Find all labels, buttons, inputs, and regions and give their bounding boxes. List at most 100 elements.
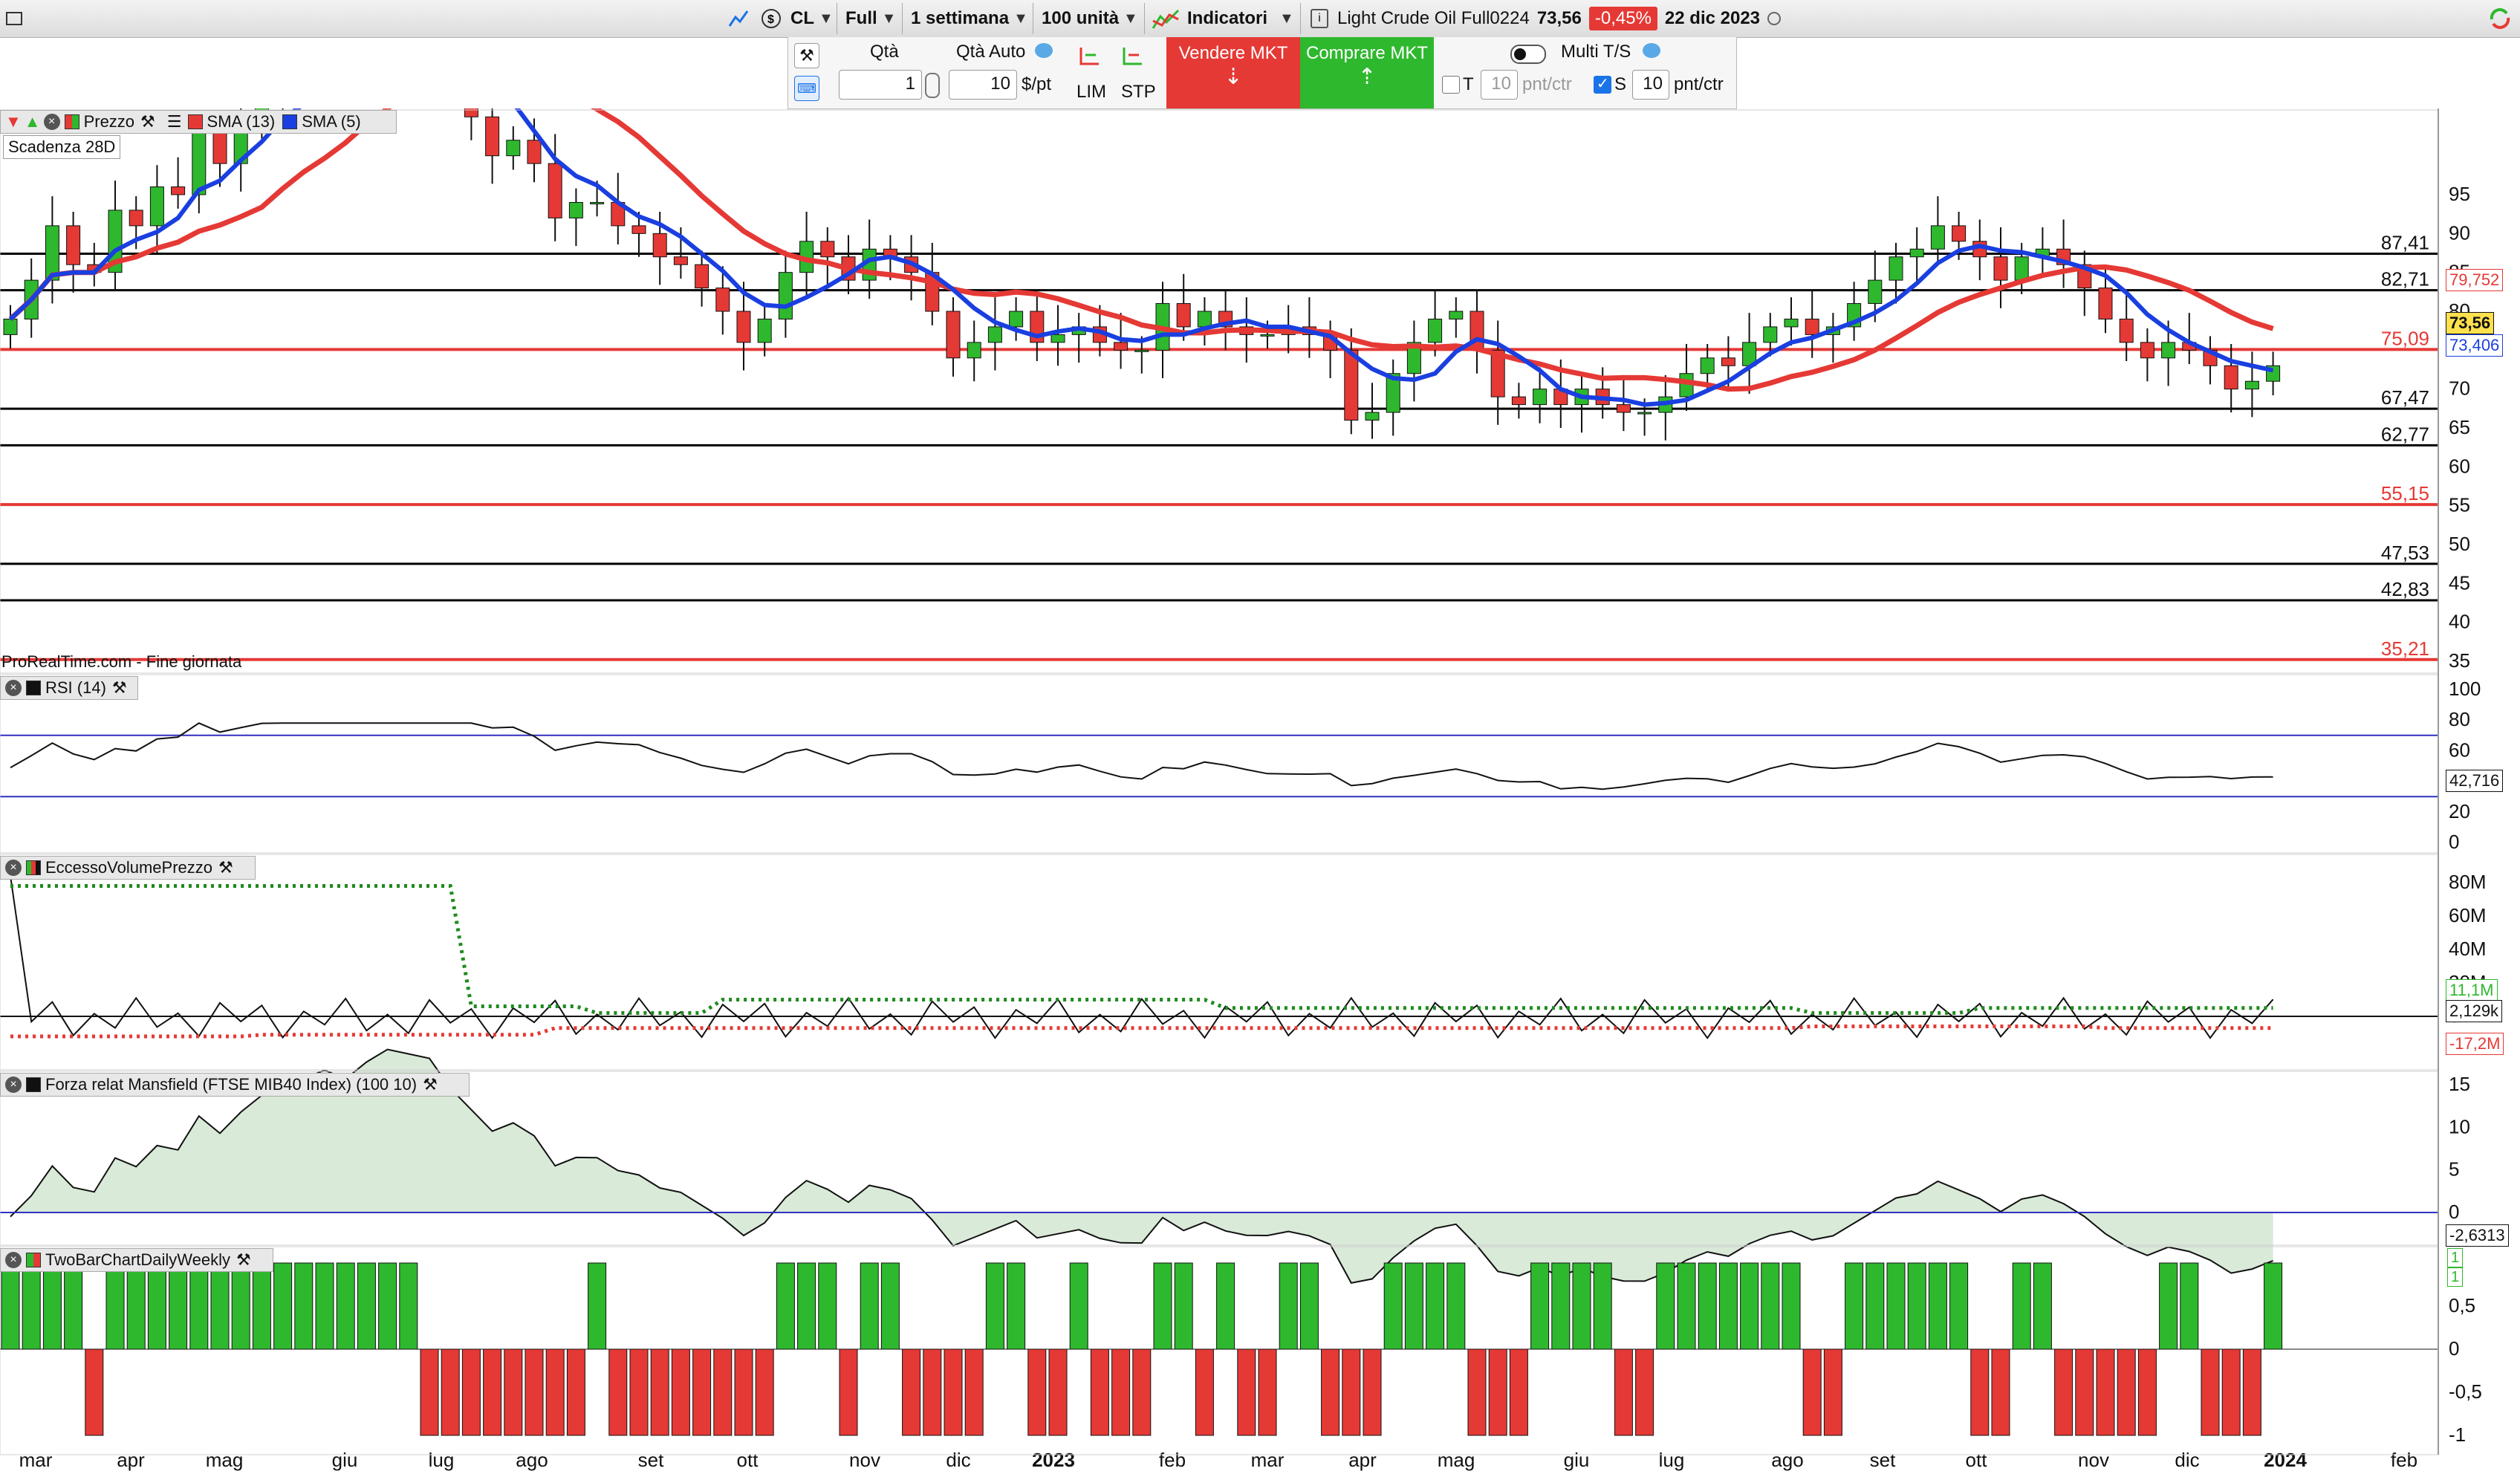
candle-body (1114, 342, 1129, 351)
indicators-dropdown[interactable]: ▼ (1275, 3, 1294, 34)
mansfield-swatch (26, 1077, 41, 1092)
mansfield-header: × Forza relat Mansfield (FTSE MIB40 Inde… (0, 1073, 470, 1097)
stp-icon[interactable] (1120, 43, 1146, 68)
buy-label: Comprare MKT (1305, 43, 1429, 63)
candle-body (1909, 248, 1924, 258)
mansfield-wrench-icon[interactable]: ⚒ (423, 1075, 438, 1094)
sma5-swatch (282, 114, 298, 129)
s-checkbox[interactable] (1594, 74, 1611, 94)
twobar-close-icon[interactable]: × (5, 1252, 22, 1268)
mansfield-label[interactable]: Forza relat Mansfield (FTSE MIB40 Index)… (45, 1075, 417, 1094)
legend-sma13[interactable]: SMA (13) (207, 112, 276, 132)
x-axis-label: nov (849, 1449, 880, 1471)
twobar-bar (1886, 1262, 1906, 1350)
up-arrow-icon[interactable]: ▲ (25, 112, 41, 132)
candle-body (1868, 279, 1883, 305)
x-axis-label: ago (1771, 1449, 1803, 1471)
cursor-icon[interactable]: $ (761, 3, 782, 34)
candle-body (1805, 318, 1819, 335)
chart-area[interactable]: 87,41 82,71 75,09 67,47 62,77 55,15 47,53 42,83… (0, 108, 2520, 1474)
s-input[interactable]: 10 (1632, 70, 1669, 100)
evp-line (10, 875, 2274, 1039)
legend-price[interactable]: Prezzo (84, 112, 134, 132)
twobar-bar (1635, 1348, 1654, 1436)
rsi-close-icon[interactable]: × (5, 680, 22, 696)
axes: mar apr mag giu lug ago set ott nov dic 2023 feb mar… (19, 1449, 2417, 1471)
chat-icon[interactable] (1035, 43, 1053, 58)
rsi-plot: 100806040200 (0, 678, 2481, 853)
candle-body (1344, 349, 1359, 421)
price-tick: 90 (2449, 221, 2470, 244)
candle-body (1511, 396, 1526, 406)
twobar-bar (923, 1348, 942, 1436)
twobar-bar (294, 1262, 314, 1350)
twobar-bar (2117, 1348, 2136, 1436)
candle-body (1365, 412, 1380, 421)
stp-button[interactable]: STP (1121, 82, 1156, 103)
units-select[interactable]: 100 unità ▼ (1042, 3, 1138, 34)
candle-body (1009, 311, 1024, 328)
info-icon[interactable]: i (1311, 9, 1328, 28)
twobar-label[interactable]: TwoBarChartDailyWeekly (45, 1250, 230, 1270)
refresh-icon[interactable] (2486, 3, 2514, 34)
candle-body (548, 163, 562, 218)
rsi-label[interactable]: RSI (14) (45, 678, 106, 698)
twobar-bar (1698, 1262, 1717, 1350)
twobar-wrench-icon[interactable]: ⚒ (236, 1250, 251, 1270)
svg-text:$: $ (767, 13, 774, 26)
rsi-wrench-icon[interactable]: ⚒ (112, 678, 127, 698)
buy-market-button[interactable]: Comprare MKT ⇡ (1300, 37, 1434, 108)
candle-body (715, 288, 730, 312)
twobar-bar (1111, 1348, 1131, 1436)
price-plot: 87,41 82,71 75,09 67,47 62,77 55,15 47,53 42,83… (0, 108, 2470, 672)
candle-body (568, 201, 583, 218)
t-input[interactable]: 10 (1481, 70, 1518, 100)
multi-chat-icon[interactable] (1643, 43, 1660, 58)
twobar-bar (839, 1348, 858, 1436)
evp-header: × EccessoVolumePrezzo ⚒ (0, 856, 256, 880)
x-axis-label: mag (1438, 1449, 1475, 1471)
sell-arrow-icon: ⇣ (1224, 65, 1243, 89)
qty-auto-input[interactable]: 10 (949, 70, 1017, 100)
sma13-value-tag: 79,752 (2446, 269, 2504, 291)
close-icon[interactable]: × (43, 114, 60, 130)
lim-button[interactable]: LIM (1076, 82, 1106, 103)
multi-toggle[interactable] (1510, 45, 1546, 64)
candle-body (1700, 357, 1715, 374)
sell-market-button[interactable]: Vendere MKT ⇣ (1166, 37, 1300, 108)
candle-body (1930, 225, 1945, 250)
twobar-bar (1069, 1262, 1088, 1350)
keyboard-icon[interactable]: ⌨ (794, 76, 819, 101)
t-checkbox[interactable] (1442, 76, 1460, 94)
twobar-bar (1174, 1262, 1193, 1350)
qty-input[interactable]: 1 (839, 70, 922, 100)
candle-body (1134, 349, 1149, 352)
lim-icon[interactable] (1076, 43, 1103, 68)
qty-label: Qtà (870, 42, 899, 62)
price-value-tag: 73,56 (2446, 312, 2495, 334)
price-tick: 60 (2449, 455, 2470, 477)
legend-sma5[interactable]: SMA (5) (302, 112, 360, 132)
wrench-icon[interactable]: ⚒ (140, 112, 155, 132)
candle-body (2098, 288, 2113, 319)
period-select[interactable]: 1 settimana ▼ (911, 3, 1028, 34)
settings-wrench-icon[interactable]: ⚒ (794, 43, 819, 68)
twobar-plot: 0,5 0 -0,5 -1 (0, 1262, 2482, 1446)
twobar-bar (944, 1348, 963, 1436)
panel-frame (0, 854, 2439, 1071)
window-icon[interactable] (6, 3, 22, 34)
candle-body (129, 210, 143, 227)
indicators-button[interactable]: Indicatori (1152, 3, 1267, 34)
evp-label[interactable]: EccessoVolumePrezzo (45, 858, 212, 877)
symbol-select[interactable]: CL ▼ (790, 3, 834, 34)
rsi-tick: 80 (2449, 708, 2470, 730)
evp-wrench-icon[interactable]: ⚒ (218, 858, 233, 877)
twobar-bar (880, 1262, 900, 1350)
evp-close-icon[interactable]: × (5, 860, 22, 876)
mode-select[interactable]: Full ▼ (845, 3, 896, 34)
list-icon[interactable]: ☰ (167, 112, 182, 132)
mansfield-close-icon[interactable]: × (5, 1077, 22, 1093)
down-arrow-icon[interactable]: ▼ (5, 112, 22, 132)
chart-type-icon[interactable] (727, 3, 750, 34)
link-icon[interactable] (925, 73, 940, 98)
